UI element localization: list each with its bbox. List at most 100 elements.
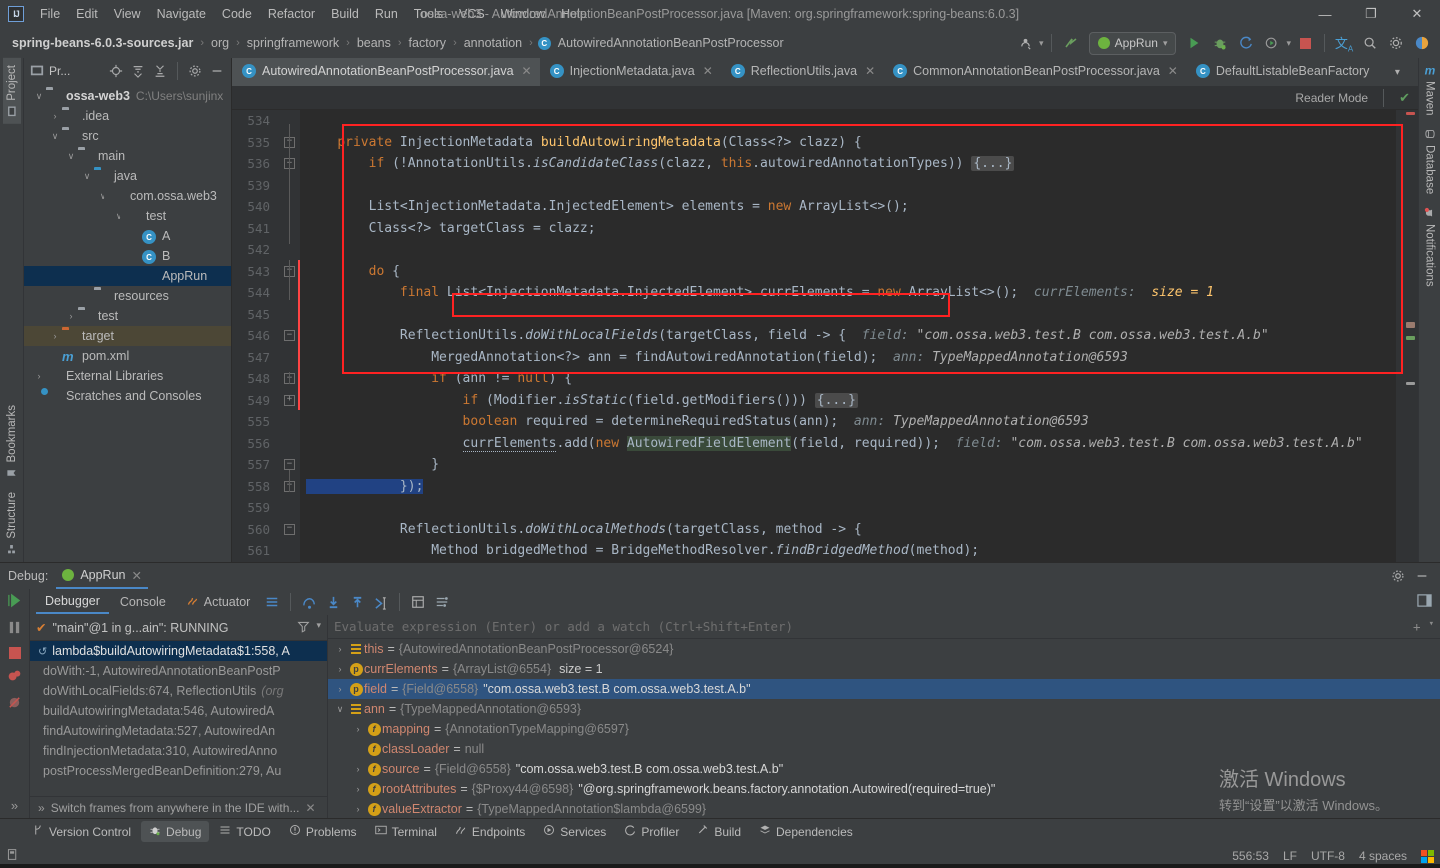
frame-list-item[interactable]: ↺ lambda$buildAutowiringMetadata$1:558, A bbox=[30, 641, 327, 661]
expand-icon[interactable]: » bbox=[11, 798, 18, 813]
profile-run-icon[interactable] bbox=[1260, 31, 1284, 55]
step-out-icon[interactable] bbox=[346, 592, 368, 612]
chevron-down-icon[interactable]: ▾ bbox=[316, 620, 321, 636]
step-into-icon[interactable] bbox=[322, 592, 344, 612]
breadcrumb-annotation[interactable]: annotation bbox=[462, 35, 524, 51]
close-icon[interactable]: ✕ bbox=[522, 64, 532, 78]
close-icon[interactable]: ✕ bbox=[305, 801, 315, 815]
code-line[interactable]: if (!AnnotationUtils.isCandidateClass(cl… bbox=[300, 153, 1396, 175]
run-icon[interactable] bbox=[1182, 31, 1206, 55]
tree-node[interactable]: › External Libraries bbox=[24, 366, 231, 386]
variable-expand-arrow[interactable]: › bbox=[332, 684, 348, 694]
editor-tab[interactable]: C ReflectionUtils.java ✕ bbox=[721, 58, 883, 86]
tree-node[interactable]: ∨ test bbox=[24, 206, 231, 226]
close-icon[interactable]: ✕ bbox=[132, 568, 142, 583]
run-to-cursor-icon[interactable] bbox=[370, 592, 392, 612]
filter-icon[interactable] bbox=[297, 620, 311, 636]
maximize-button[interactable]: ❐ bbox=[1348, 0, 1394, 28]
variable-expand-arrow[interactable]: › bbox=[350, 724, 366, 734]
tree-expand-arrow[interactable]: › bbox=[48, 331, 62, 341]
code-line[interactable]: List<InjectionMetadata.InjectedElement> … bbox=[300, 196, 1396, 218]
sidebar-item-bookmarks[interactable]: Bookmarks bbox=[3, 398, 21, 486]
variable-row[interactable]: f classLoader = null bbox=[328, 739, 1440, 759]
close-button[interactable]: ✕ bbox=[1394, 0, 1440, 28]
updates-icon[interactable] bbox=[1059, 31, 1083, 55]
bottom-tab-profiler[interactable]: Profiler bbox=[616, 821, 687, 842]
pause-icon[interactable] bbox=[7, 620, 22, 638]
menu-vcs[interactable]: VCS bbox=[451, 3, 493, 25]
sidebar-item-database[interactable]: Database bbox=[1422, 122, 1438, 201]
bottom-tab-dependencies[interactable]: Dependencies bbox=[751, 821, 861, 842]
bottom-tab-version-control[interactable]: Version Control bbox=[24, 821, 139, 842]
menu-build[interactable]: Build bbox=[323, 3, 367, 25]
fold-collapse-icon[interactable]: − bbox=[284, 523, 295, 535]
breadcrumb-factory[interactable]: factory bbox=[407, 35, 449, 51]
bottom-tab-debug[interactable]: Debug bbox=[141, 821, 210, 842]
variable-row[interactable]: › f source = {Field@6558} "com.ossa.web3.test… bbox=[328, 759, 1440, 779]
tree-node[interactable]: ∨ java bbox=[24, 166, 231, 186]
editor-tab[interactable]: C AutowiredAnnotationBeanPostProcessor.ja… bbox=[232, 58, 540, 86]
settings-list-icon[interactable] bbox=[431, 592, 453, 612]
variables-list[interactable]: › this = {AutowiredAnnotationBeanPostProces… bbox=[328, 639, 1440, 818]
code-line[interactable]: currElements.add(new AutowiredFieldEleme… bbox=[300, 433, 1396, 455]
variable-expand-arrow[interactable]: › bbox=[350, 784, 366, 794]
close-icon[interactable]: ✕ bbox=[1168, 64, 1178, 78]
code-line[interactable]: }); bbox=[300, 476, 1396, 498]
bottom-tab-problems[interactable]: Problems bbox=[281, 821, 365, 842]
menu-code[interactable]: Code bbox=[214, 3, 260, 25]
fold-collapse-icon[interactable]: − bbox=[284, 330, 295, 341]
tree-node[interactable]: resources bbox=[24, 286, 231, 306]
bottom-tab-build[interactable]: Build bbox=[689, 821, 749, 842]
ide-feature-trainer-icon[interactable] bbox=[1410, 31, 1434, 55]
menu-window[interactable]: Window bbox=[493, 3, 553, 25]
breadcrumb-jar[interactable]: spring-beans-6.0.3-sources.jar bbox=[10, 35, 195, 51]
code-line[interactable]: final List<InjectionMetadata.InjectedEle… bbox=[300, 282, 1396, 304]
editor-tab[interactable]: C CommonAnnotationBeanPostProcessor.java ✕ bbox=[883, 58, 1186, 86]
expand-icon[interactable]: » bbox=[38, 801, 45, 815]
frame-list-item[interactable]: findInjectionMetadata:310, AutowiredAnno bbox=[30, 741, 327, 761]
inspections-ok-icon[interactable]: ✔ bbox=[1399, 90, 1410, 106]
code-line[interactable]: Class<?> targetClass = clazz; bbox=[300, 218, 1396, 240]
code-line[interactable] bbox=[300, 304, 1396, 326]
variable-row[interactable]: › this = {AutowiredAnnotationBeanPostProces… bbox=[328, 639, 1440, 659]
step-over-icon[interactable] bbox=[298, 592, 320, 612]
debug-session-tab[interactable]: AppRun ✕ bbox=[56, 563, 148, 589]
tree-node[interactable]: › target bbox=[24, 326, 231, 346]
sidebar-item-notifications[interactable]: Notifications bbox=[1422, 201, 1438, 294]
breadcrumb-springframework[interactable]: springframework bbox=[245, 35, 341, 51]
breadcrumb-class[interactable]: AutowiredAnnotationBeanPostProcessor bbox=[556, 35, 786, 51]
variable-row[interactable]: › f mapping = {AnnotationTypeMapping@6597} bbox=[328, 719, 1440, 739]
tree-node[interactable]: AppRun bbox=[24, 266, 231, 286]
variable-row[interactable]: › p field = {Field@6558} "com.ossa.web3.test.… bbox=[328, 679, 1440, 699]
chevron-down-icon[interactable]: ▾ bbox=[1385, 60, 1409, 84]
menu-view[interactable]: View bbox=[106, 3, 149, 25]
sidebar-item-project[interactable]: Project bbox=[2, 58, 21, 124]
tree-expand-arrow[interactable]: › bbox=[64, 311, 78, 321]
menu-navigate[interactable]: Navigate bbox=[149, 3, 214, 25]
code-editor[interactable]: 534535−536+539540541542543−544545546−547… bbox=[232, 110, 1418, 562]
menu-edit[interactable]: Edit bbox=[68, 3, 106, 25]
variable-row[interactable]: › f valueExtractor = {TypeMappedAnnotation$l… bbox=[328, 799, 1440, 818]
line-separator[interactable]: LF bbox=[1283, 849, 1297, 863]
tree-node[interactable]: CA bbox=[24, 226, 231, 246]
search-icon[interactable] bbox=[1358, 31, 1382, 55]
expand-all-icon[interactable] bbox=[128, 61, 148, 81]
code-line[interactable]: ReflectionUtils.doWithLocalMethods(targe… bbox=[300, 519, 1396, 541]
code-line[interactable]: do { bbox=[300, 261, 1396, 283]
breadcrumb-org[interactable]: org bbox=[209, 35, 231, 51]
variable-row[interactable]: › f rootAttributes = {$Proxy44@6598} "@org.sp… bbox=[328, 779, 1440, 799]
fold-expand-icon[interactable]: + bbox=[284, 394, 295, 406]
code-line[interactable]: Method bridgedMethod = BridgeMethodResol… bbox=[300, 540, 1396, 562]
frame-list-item[interactable]: doWith:-1, AutowiredAnnotationBeanPostP bbox=[30, 661, 327, 681]
translate-icon[interactable]: 文A bbox=[1332, 31, 1356, 55]
code-line[interactable]: if (ann != null) { bbox=[300, 368, 1396, 390]
breadcrumb-beans[interactable]: beans bbox=[355, 35, 393, 51]
tree-node[interactable]: ∨ ossa-web3 C:\Users\sunjinx bbox=[24, 86, 231, 106]
tab-console[interactable]: Console bbox=[111, 591, 175, 613]
mute-breakpoints-icon[interactable] bbox=[7, 695, 22, 713]
thread-selector[interactable]: ✔ "main"@1 in g...ain": RUNNING ▾ bbox=[30, 615, 327, 641]
frame-list-item[interactable]: buildAutowiringMetadata:546, AutowiredA bbox=[30, 701, 327, 721]
variable-expand-arrow[interactable]: › bbox=[350, 764, 366, 774]
collapse-all-icon[interactable] bbox=[150, 61, 170, 81]
variable-expand-arrow[interactable]: › bbox=[332, 644, 348, 654]
